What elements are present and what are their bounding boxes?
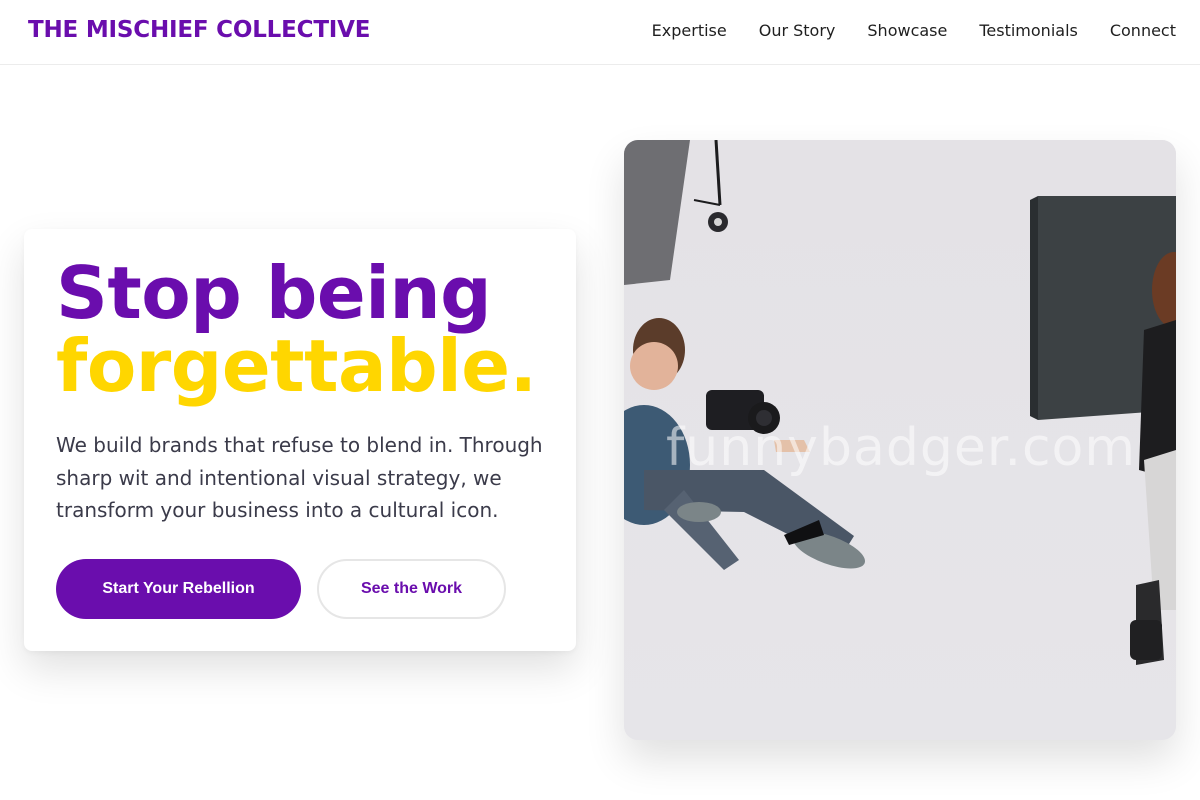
nav-item-connect[interactable]: Connect bbox=[1110, 20, 1176, 42]
hero-headline: Stop being forgettable. bbox=[56, 257, 556, 403]
hero-photo: funnybadger.com bbox=[624, 140, 1176, 740]
nav-item-testimonials[interactable]: Testimonials bbox=[979, 20, 1078, 42]
brand-logo[interactable]: THE MISCHIEF COLLECTIVE bbox=[28, 17, 370, 43]
hero-description: We build brands that refuse to blend in.… bbox=[56, 433, 543, 522]
nav-item-our-story[interactable]: Our Story bbox=[759, 20, 836, 42]
see-work-button[interactable]: See the Work bbox=[317, 559, 506, 619]
headline-line-2: forgettable. bbox=[56, 324, 537, 408]
main-nav: Expertise Our Story Showcase Testimonial… bbox=[620, 20, 1176, 42]
image-watermark: funnybadger.com bbox=[666, 418, 1137, 478]
site-header: THE MISCHIEF COLLECTIVE Expertise Our St… bbox=[0, 0, 1200, 65]
start-rebellion-button[interactable]: Start Your Rebellion bbox=[56, 559, 301, 619]
hero-card: Stop being forgettable. We build brands … bbox=[24, 229, 576, 651]
headline-line-1: Stop being bbox=[56, 251, 492, 335]
nav-item-expertise[interactable]: Expertise bbox=[652, 20, 727, 42]
nav-item-showcase[interactable]: Showcase bbox=[867, 20, 947, 42]
